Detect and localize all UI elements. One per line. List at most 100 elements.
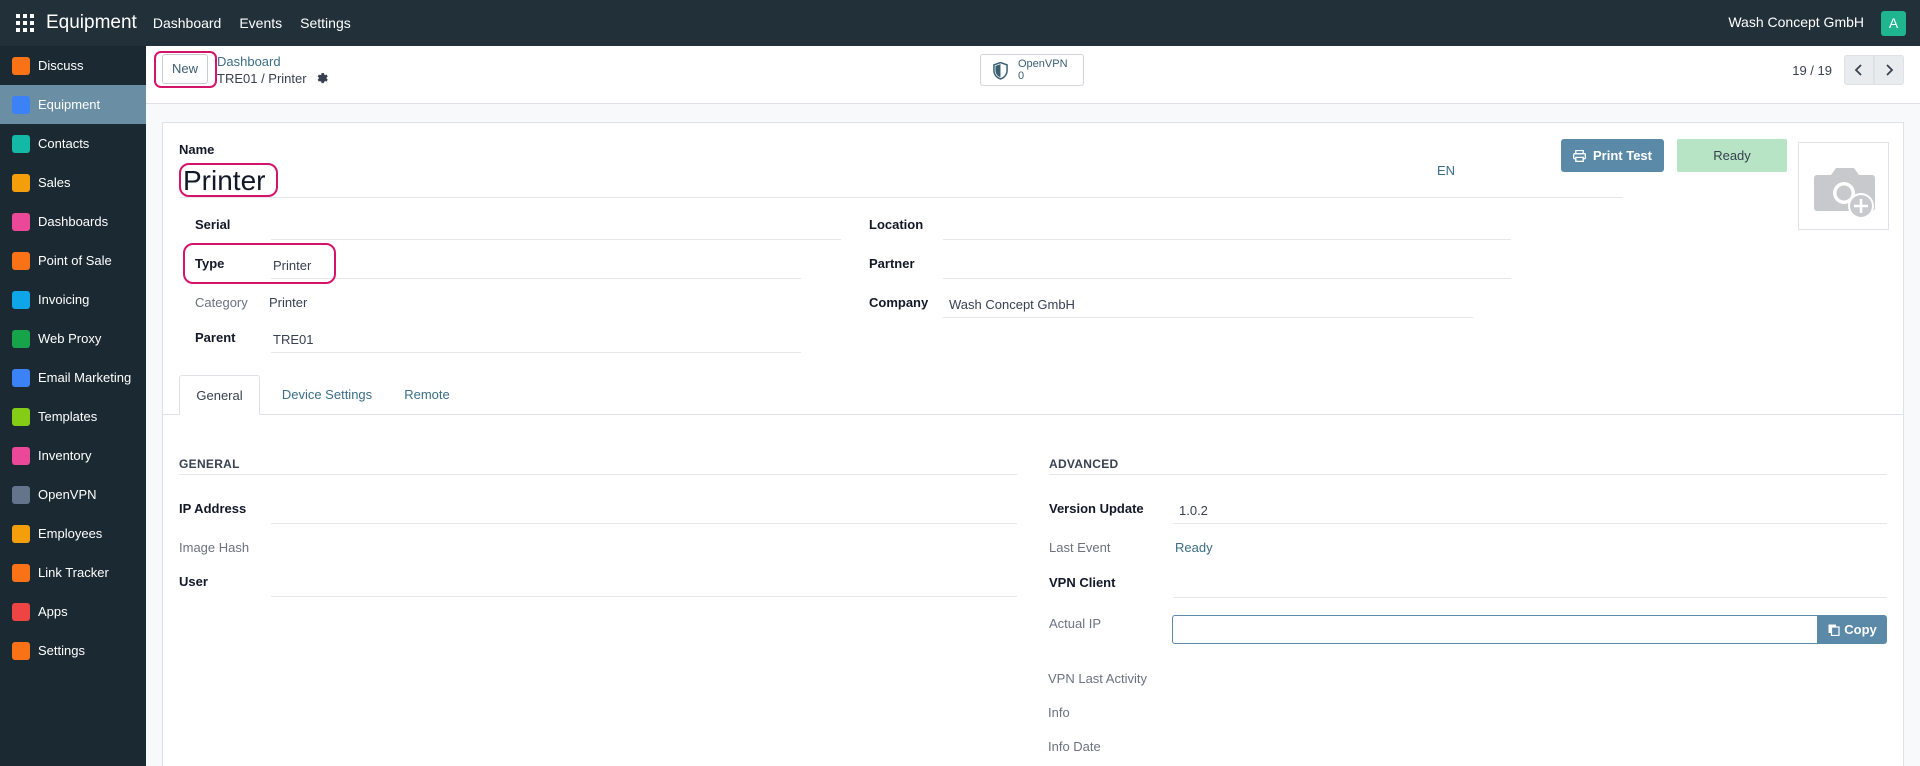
category-label: Category (195, 295, 248, 310)
sidebar-item-label: OpenVPN (38, 487, 97, 502)
shield-icon (993, 62, 1008, 80)
general-section-title: GENERAL (179, 457, 240, 471)
pager-value[interactable]: 19 / 19 (1792, 63, 1832, 78)
sidebar-item-invoicing[interactable]: Invoicing (0, 280, 146, 319)
category-value: Printer (269, 295, 308, 310)
partner-field[interactable] (943, 278, 1511, 279)
settings-icon (12, 641, 30, 660)
tab-device-settings[interactable]: Device Settings (272, 375, 382, 415)
top-navbar: Equipment Dashboard Events Settings Wash… (0, 0, 1920, 46)
camera-add-icon (1814, 168, 1875, 219)
actual-ip-input[interactable] (1172, 615, 1818, 644)
menu-settings[interactable]: Settings (300, 15, 351, 31)
image-upload[interactable] (1798, 142, 1889, 230)
menu-events[interactable]: Events (239, 15, 282, 31)
sidebar-item-label: Sales (38, 175, 71, 190)
ip-address-label: IP Address (179, 501, 247, 516)
serial-field[interactable] (271, 239, 841, 240)
control-panel: New Dashboard TRE01 / Printer OpenVPN 0 … (146, 46, 1920, 104)
sidebar-item-apps[interactable]: Apps (0, 592, 146, 631)
templates-icon (12, 407, 30, 426)
tab-general[interactable]: General (179, 375, 260, 415)
type-field[interactable]: Printer (273, 258, 311, 273)
vpn-client-label: VPN Client (1049, 575, 1116, 590)
sidebar-item-point-of-sale[interactable]: Point of Sale (0, 241, 146, 280)
sidebar-item-inventory[interactable]: Inventory (0, 436, 146, 475)
last-event-label: Last Event (1049, 540, 1111, 555)
sidebar-item-templates[interactable]: Templates (0, 397, 146, 436)
advanced-section-divider (1049, 474, 1887, 475)
inventory-icon (12, 446, 30, 465)
sidebar-item-email-marketing[interactable]: Email Marketing (0, 358, 146, 397)
email-marketing-icon (12, 368, 30, 387)
sidebar-item-sales[interactable]: Sales (0, 163, 146, 202)
gear-icon[interactable] (316, 72, 329, 85)
sidebar-item-openvpn[interactable]: OpenVPN (0, 475, 146, 514)
link-tracker-icon (12, 563, 30, 582)
sidebar-item-discuss[interactable]: Discuss (0, 46, 146, 85)
sidebar-item-label: Apps (38, 604, 68, 619)
ip-address-field[interactable] (271, 523, 1017, 524)
user-field[interactable] (271, 596, 1017, 597)
copy-icon (1828, 624, 1840, 636)
menu-dashboard[interactable]: Dashboard (153, 15, 222, 31)
status-badge[interactable]: Ready (1677, 139, 1787, 172)
company-field[interactable]: Wash Concept GmbH (949, 297, 1075, 312)
point-of-sale-icon (12, 251, 30, 270)
user-avatar[interactable]: A (1881, 11, 1906, 36)
type-underline (271, 278, 801, 279)
name-field[interactable]: Printer (183, 165, 265, 197)
print-test-button[interactable]: Print Test (1561, 139, 1664, 172)
sidebar-item-label: Employees (38, 526, 103, 541)
serial-label: Serial (195, 217, 231, 232)
form-sheet: Name Printer EN Print Test Ready Serial … (162, 122, 1904, 766)
breadcrumb-current: TRE01 / Printer (217, 71, 307, 86)
sidebar-item-employees[interactable]: Employees (0, 514, 146, 553)
company-switcher[interactable]: Wash Concept GmbH (1728, 14, 1864, 30)
invoicing-icon (12, 290, 30, 309)
copy-button[interactable]: Copy (1818, 615, 1887, 644)
breadcrumb-dashboard[interactable]: Dashboard (217, 54, 281, 69)
vpn-client-field[interactable] (1173, 597, 1887, 598)
sidebar-item-contacts[interactable]: Contacts (0, 124, 146, 163)
general-section-divider (179, 474, 1017, 475)
version-update-field[interactable]: 1.0.2 (1179, 503, 1208, 518)
sidebar-item-label: Web Proxy (38, 331, 102, 346)
sidebar-item-link-tracker[interactable]: Link Tracker (0, 553, 146, 592)
dashboards-icon (12, 212, 30, 231)
sidebar-item-equipment[interactable]: Equipment (0, 85, 146, 124)
openvpn-label: OpenVPN (1018, 58, 1068, 70)
pager-previous-button[interactable] (1844, 55, 1874, 85)
vpn-last-activity-label: VPN Last Activity (1048, 671, 1147, 686)
sidebar-item-dashboards[interactable]: Dashboards (0, 202, 146, 241)
sidebar-item-settings[interactable]: Settings (0, 631, 146, 670)
form-tabs: General Device Settings Remote (163, 375, 1903, 415)
sidebar-item-label: Link Tracker (38, 565, 109, 580)
copy-label: Copy (1844, 622, 1877, 637)
sidebar-item-label: Equipment (38, 97, 101, 112)
location-field[interactable] (943, 239, 1511, 240)
employees-icon (12, 524, 30, 543)
equipment-icon (12, 95, 30, 114)
app-title[interactable]: Equipment (46, 12, 137, 34)
parent-field[interactable]: TRE01 (273, 332, 313, 347)
contacts-icon (12, 134, 30, 153)
openvpn-smart-button[interactable]: OpenVPN 0 (980, 54, 1084, 86)
partner-label: Partner (869, 256, 915, 271)
version-underline (1173, 523, 1887, 524)
chevron-right-icon (1886, 64, 1894, 76)
user-label: User (179, 574, 208, 589)
sidebar-item-label: Settings (38, 643, 85, 658)
pager-next-button[interactable] (1874, 55, 1904, 85)
language-toggle[interactable]: EN (1437, 163, 1455, 178)
sidebar-item-web-proxy[interactable]: Web Proxy (0, 319, 146, 358)
openvpn-icon (12, 485, 30, 504)
location-label: Location (869, 217, 924, 232)
new-button[interactable]: New (162, 54, 208, 84)
sidebar-item-label: Contacts (38, 136, 90, 151)
parent-label: Parent (195, 330, 236, 345)
apps-menu-icon[interactable] (15, 13, 35, 33)
sidebar: Discuss Equipment Contacts Sales Dashboards P… (0, 46, 146, 766)
tab-remote[interactable]: Remote (391, 375, 463, 415)
company-label: Company (869, 295, 929, 310)
